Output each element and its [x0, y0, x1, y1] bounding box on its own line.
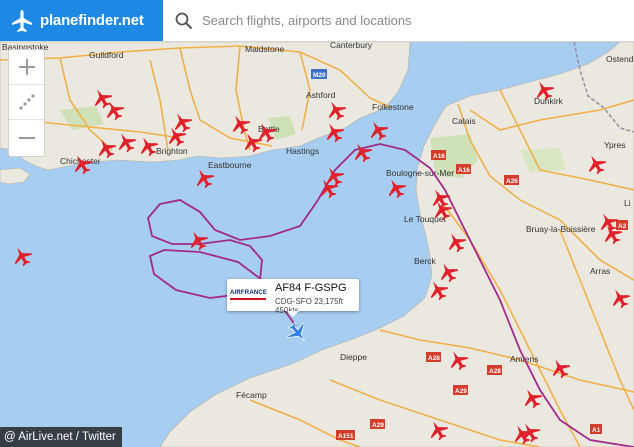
dotted-line-icon [18, 94, 35, 110]
brand-name: planefinder.net [40, 12, 144, 29]
place-label-guildford: Guildford [89, 50, 124, 60]
road-label-a16: A16 [433, 153, 445, 160]
flight-info-popup[interactable]: AIRFRANCE AF84 F-GSPG CDG-SFO 23,175ft 4… [227, 279, 359, 317]
minus-icon [18, 136, 35, 139]
road-label-a16: A16 [458, 167, 470, 174]
photo-credit: @ AirLive.net / Twitter [0, 427, 122, 447]
measure-button[interactable] [9, 85, 44, 120]
road-label-m20: M20 [313, 72, 326, 79]
top-bar: planefinder.net [0, 0, 634, 42]
road-label-a1: A1 [592, 427, 601, 434]
zoom-in-button[interactable] [9, 50, 44, 85]
place-label-canterbury: Canterbury [330, 42, 373, 50]
road-label-a28: A28 [489, 368, 501, 375]
search-icon [175, 12, 193, 29]
road-label-a26: A26 [506, 178, 518, 185]
search-bar[interactable] [163, 0, 634, 41]
plus-icon [18, 59, 35, 75]
place-label-bruay: Bruay-la-Buissière [526, 224, 596, 234]
brand-logo[interactable]: planefinder.net [0, 0, 163, 41]
place-label-fecamp: Fécamp [236, 390, 267, 400]
flight-callsign: AF84 F-GSPG [275, 282, 347, 294]
place-label-eastbourne: Eastbourne [208, 160, 252, 170]
search-input[interactable] [202, 13, 622, 28]
zoom-out-button[interactable] [9, 120, 44, 155]
road-label-a2: A2 [618, 223, 627, 230]
place-label-ypres: Ypres [604, 140, 626, 150]
place-label-ashford: Ashford [306, 90, 336, 100]
road-label-a28: A28 [428, 355, 440, 362]
place-label-ostend: Ostend [606, 54, 634, 64]
place-label-arras: Arras [590, 266, 610, 276]
place-label-calais: Calais [452, 116, 476, 126]
place-label-maidstone: Maidstone [245, 44, 284, 54]
airline-logo: AIRFRANCE [230, 290, 268, 300]
place-label-berck: Berck [414, 256, 436, 266]
road-label-a151: A151 [338, 433, 354, 440]
flight-map[interactable]: M20 A16 A16 A26 A28 A28 A29 A29 A151 A1 … [0, 42, 634, 447]
map-controls [8, 49, 45, 157]
place-label-le-touquet: Le Touquet [404, 214, 447, 224]
place-label-dieppe: Dieppe [340, 352, 367, 362]
airplane-logo-icon [12, 9, 32, 32]
place-label-boulogne: Boulogne-sur-Mer [386, 168, 454, 178]
flight-details: CDG-SFO 23,175ft 450kts [275, 297, 344, 315]
place-label-lille: Li [624, 198, 631, 208]
road-label-a29: A29 [372, 422, 384, 429]
road-label-a29: A29 [455, 388, 467, 395]
place-label-brighton: Brighton [156, 146, 188, 156]
place-label-hastings: Hastings [286, 146, 319, 156]
place-label-folkestone: Folkestone [372, 102, 414, 112]
